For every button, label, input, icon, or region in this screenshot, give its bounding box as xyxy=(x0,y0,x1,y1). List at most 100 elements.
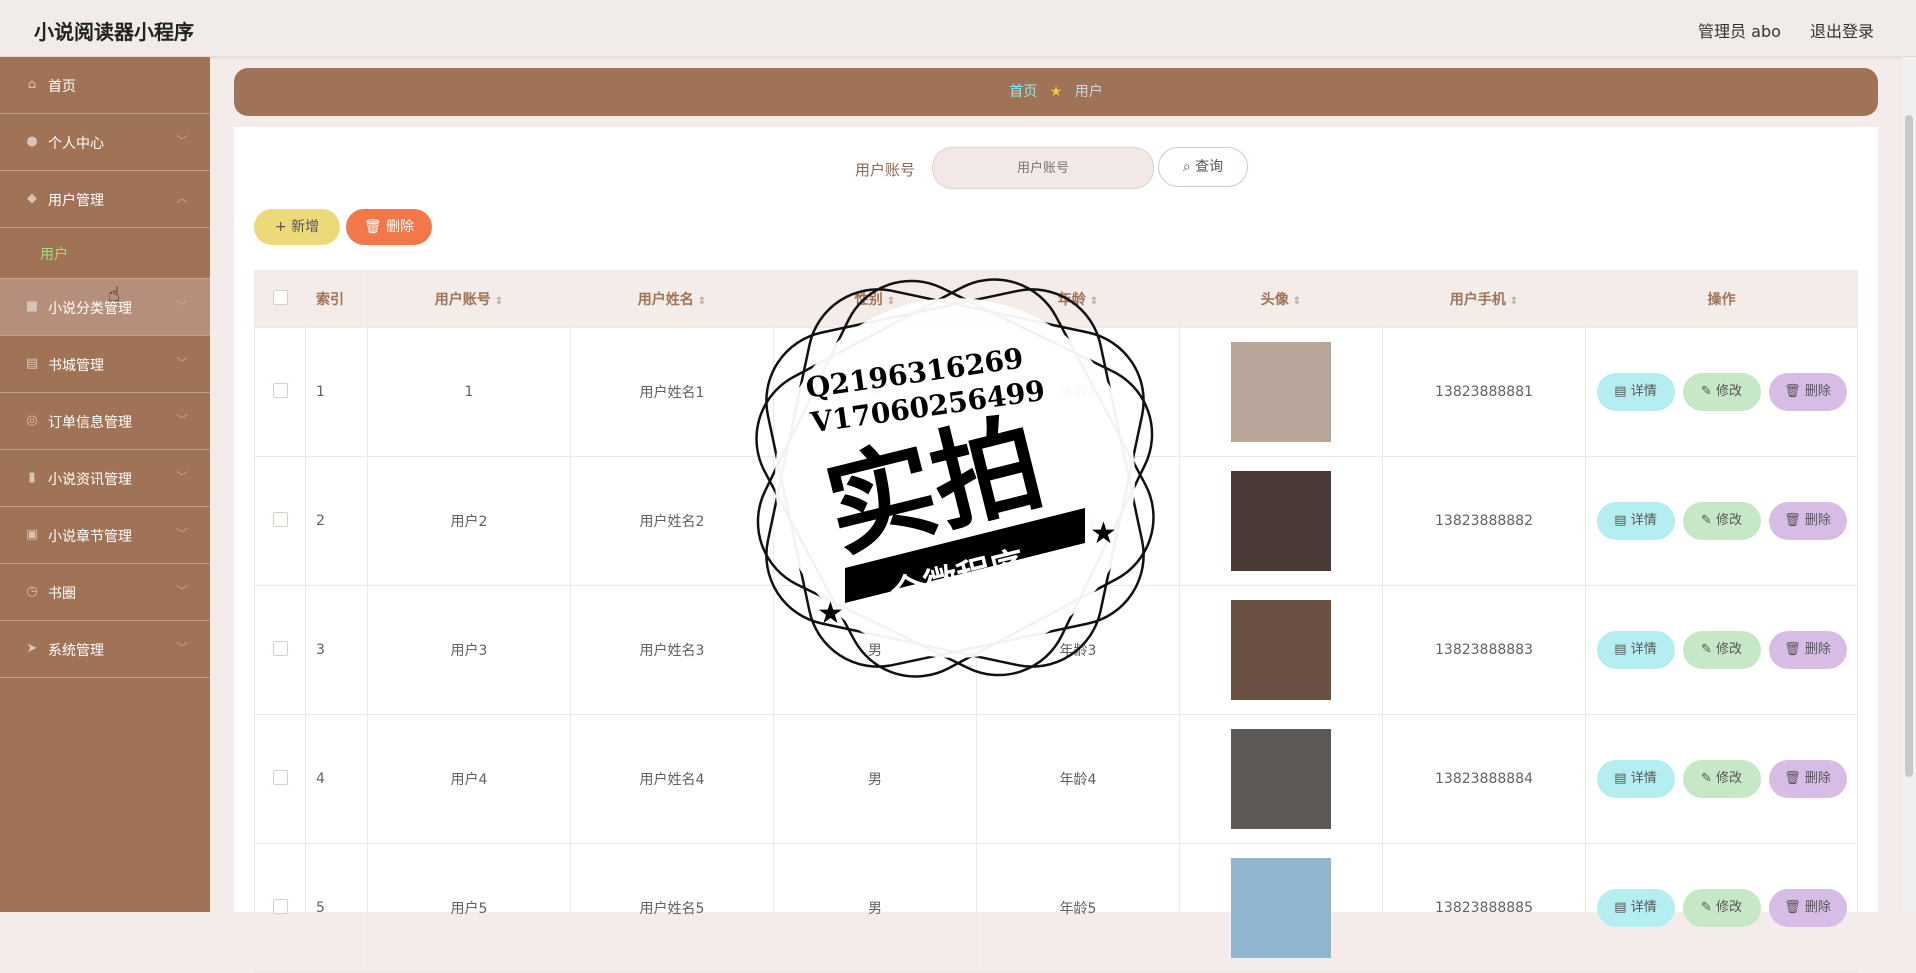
sidebar-item-label: 个人中心 xyxy=(48,136,104,152)
avatar[interactable] xyxy=(1231,729,1331,829)
search-input[interactable] xyxy=(932,147,1154,189)
add-button[interactable]: + 新增 xyxy=(254,209,340,245)
edit-button[interactable]: ✎ 修改 xyxy=(1682,889,1761,927)
sidebar-item-2[interactable]: ◆ 用户管理 ︿ xyxy=(0,171,210,228)
avatar[interactable] xyxy=(1231,600,1331,700)
trash-icon: 🗑 xyxy=(1784,642,1805,657)
cell-index: 2 xyxy=(305,456,368,586)
delete-button[interactable]: 🗑 删除 xyxy=(1768,631,1847,669)
logout-button[interactable]: 退出登录 xyxy=(1810,22,1874,41)
cell-phone: 13823888884 xyxy=(1382,714,1586,844)
detail-button[interactable]: ▤ 详情 xyxy=(1596,373,1675,411)
row-checkbox[interactable] xyxy=(272,769,288,785)
sidebar-item-4[interactable]: ▤ 书城管理 ﹀ xyxy=(0,336,210,393)
scrollbar-thumb[interactable] xyxy=(1905,115,1913,777)
avatar[interactable] xyxy=(1231,342,1331,442)
col-gender[interactable]: 性别 ⇕ xyxy=(773,270,977,328)
document-icon: ▤ xyxy=(1614,513,1631,528)
cell-actions: ▤ 详情 ✎ 修改 🗑 删除 xyxy=(1585,585,1858,715)
detail-button[interactable]: ▤ 详情 xyxy=(1596,760,1675,798)
top-bar: 小说阅读器小程序 管理员 abo 退出登录 xyxy=(0,0,1916,57)
detail-button[interactable]: ▤ 详情 xyxy=(1596,889,1675,927)
briefcase-icon: ■ xyxy=(25,299,39,314)
select-all-checkbox[interactable] xyxy=(272,289,288,305)
cell-name: 用户姓名5 xyxy=(570,843,774,973)
cell-index: 5 xyxy=(305,843,368,973)
sidebar: ⌂ 首页 ● 个人中心 ﹀ ◆ 用户管理 ︿ 用户 ■ 小说分类管理 ﹀ ▤ 书城管理 ﹀ ◎ 订单信息管理 ﹀ ▮… xyxy=(0,57,210,912)
edit-button[interactable]: ✎ 修改 xyxy=(1682,760,1761,798)
cell-age: 年龄2 xyxy=(976,456,1180,586)
detail-button[interactable]: ▤ 详情 xyxy=(1596,631,1675,669)
search-button[interactable]: ⌕ 查询 xyxy=(1158,147,1248,187)
col-phone[interactable]: 用户手机 ⇕ xyxy=(1382,270,1586,328)
chevron-down-icon: ﹀ xyxy=(175,470,188,484)
sidebar-item-1[interactable]: ● 个人中心 ﹀ xyxy=(0,114,210,171)
delete-button[interactable]: 🗑 删除 xyxy=(1768,760,1847,798)
sidebar-item-8[interactable]: ◷ 书圈 ﹀ xyxy=(0,564,210,621)
sidebar-subitem-label: 用户 xyxy=(40,247,68,263)
row-checkbox[interactable] xyxy=(272,511,288,527)
header-checkbox-cell xyxy=(254,270,306,328)
sidebar-item-0[interactable]: ⌂ 首页 xyxy=(0,57,210,114)
add-button-label: 新增 xyxy=(291,219,320,235)
sidebar-item-label: 订单信息管理 xyxy=(48,415,132,431)
cell-account: 1 xyxy=(367,327,571,457)
cell-gender: 男 xyxy=(773,585,977,715)
col-account[interactable]: 用户账号 ⇕ xyxy=(367,270,571,328)
cell-actions: ▤ 详情 ✎ 修改 🗑 删除 xyxy=(1585,327,1858,457)
cell-account: 用户3 xyxy=(367,585,571,715)
shield-icon: ◆ xyxy=(27,191,37,206)
sidebar-item-3[interactable]: ■ 小说分类管理 ﹀ xyxy=(0,279,210,336)
home-icon: ⌂ xyxy=(27,77,37,92)
detail-button[interactable]: ▤ 详情 xyxy=(1596,502,1675,540)
pencil-icon: ✎ xyxy=(1700,384,1716,399)
avatar[interactable] xyxy=(1231,471,1331,571)
chevron-down-icon: ﹀ xyxy=(175,413,188,427)
table-row: 3 用户3 用户姓名3 男年龄3 13823888883 ▤ 详情 ✎ 修改 🗑 删除 xyxy=(254,585,1858,715)
cell-phone: 13823888885 xyxy=(1382,843,1586,973)
cell-account: 用户4 xyxy=(367,714,571,844)
star-icon: ★ xyxy=(1049,84,1063,100)
chevron-up-icon: ︿ xyxy=(175,191,188,205)
chevron-down-icon: ﹀ xyxy=(175,527,188,541)
delete-button[interactable]: 🗑 删除 xyxy=(1768,373,1847,411)
edit-button[interactable]: ✎ 修改 xyxy=(1682,631,1761,669)
sort-icon[interactable]: ⇕ xyxy=(698,296,706,307)
sidebar-item-label: 书圈 xyxy=(48,586,76,602)
sort-icon[interactable]: ⇕ xyxy=(1293,296,1301,307)
delete-button[interactable]: 🗑 删除 xyxy=(1768,889,1847,927)
delete-button[interactable]: 🗑 删除 xyxy=(1768,502,1847,540)
sidebar-item-5[interactable]: ◎ 订单信息管理 ﹀ xyxy=(0,393,210,450)
sidebar-item-7[interactable]: ▣ 小说章节管理 ﹀ xyxy=(0,507,210,564)
cell-avatar xyxy=(1179,843,1383,973)
col-name[interactable]: 用户姓名 ⇕ xyxy=(570,270,774,328)
scrollbar[interactable] xyxy=(1902,57,1916,912)
sort-icon[interactable]: ⇕ xyxy=(1510,296,1518,307)
sidebar-item-6[interactable]: ▮ 小说资讯管理 ﹀ xyxy=(0,450,210,507)
cell-actions: ▤ 详情 ✎ 修改 🗑 删除 xyxy=(1585,456,1858,586)
edit-button[interactable]: ✎ 修改 xyxy=(1682,502,1761,540)
sidebar-subitem-users[interactable]: 用户 xyxy=(0,228,210,279)
breadcrumb-current: 用户 xyxy=(1074,84,1103,100)
document-icon: ▤ xyxy=(1614,384,1631,399)
bulk-delete-button[interactable]: 🗑 删除 xyxy=(346,209,432,245)
sort-icon[interactable]: ⇕ xyxy=(1090,296,1098,307)
breadcrumb-home[interactable]: 首页 xyxy=(1009,84,1037,100)
col-age[interactable]: 年龄 ⇕ xyxy=(976,270,1180,328)
col-avatar[interactable]: 头像 ⇕ xyxy=(1179,270,1383,328)
row-checkbox[interactable] xyxy=(272,640,288,656)
avatar[interactable] xyxy=(1231,858,1331,958)
edit-button[interactable]: ✎ 修改 xyxy=(1682,373,1761,411)
chevron-down-icon: ﹀ xyxy=(175,134,188,148)
sort-icon[interactable]: ⇕ xyxy=(495,296,503,307)
sort-icon[interactable]: ⇕ xyxy=(887,296,895,307)
sidebar-item-9[interactable]: ➤ 系统管理 ﹀ xyxy=(0,621,210,678)
row-checkbox-cell xyxy=(254,456,306,586)
cell-gender: 男 xyxy=(773,714,977,844)
cell-phone: 13823888883 xyxy=(1382,585,1586,715)
cell-avatar xyxy=(1179,327,1383,457)
row-checkbox[interactable] xyxy=(272,898,288,914)
clock-icon: ◷ xyxy=(26,584,38,599)
row-checkbox[interactable] xyxy=(272,382,288,398)
pencil-icon: ✎ xyxy=(1700,900,1716,915)
